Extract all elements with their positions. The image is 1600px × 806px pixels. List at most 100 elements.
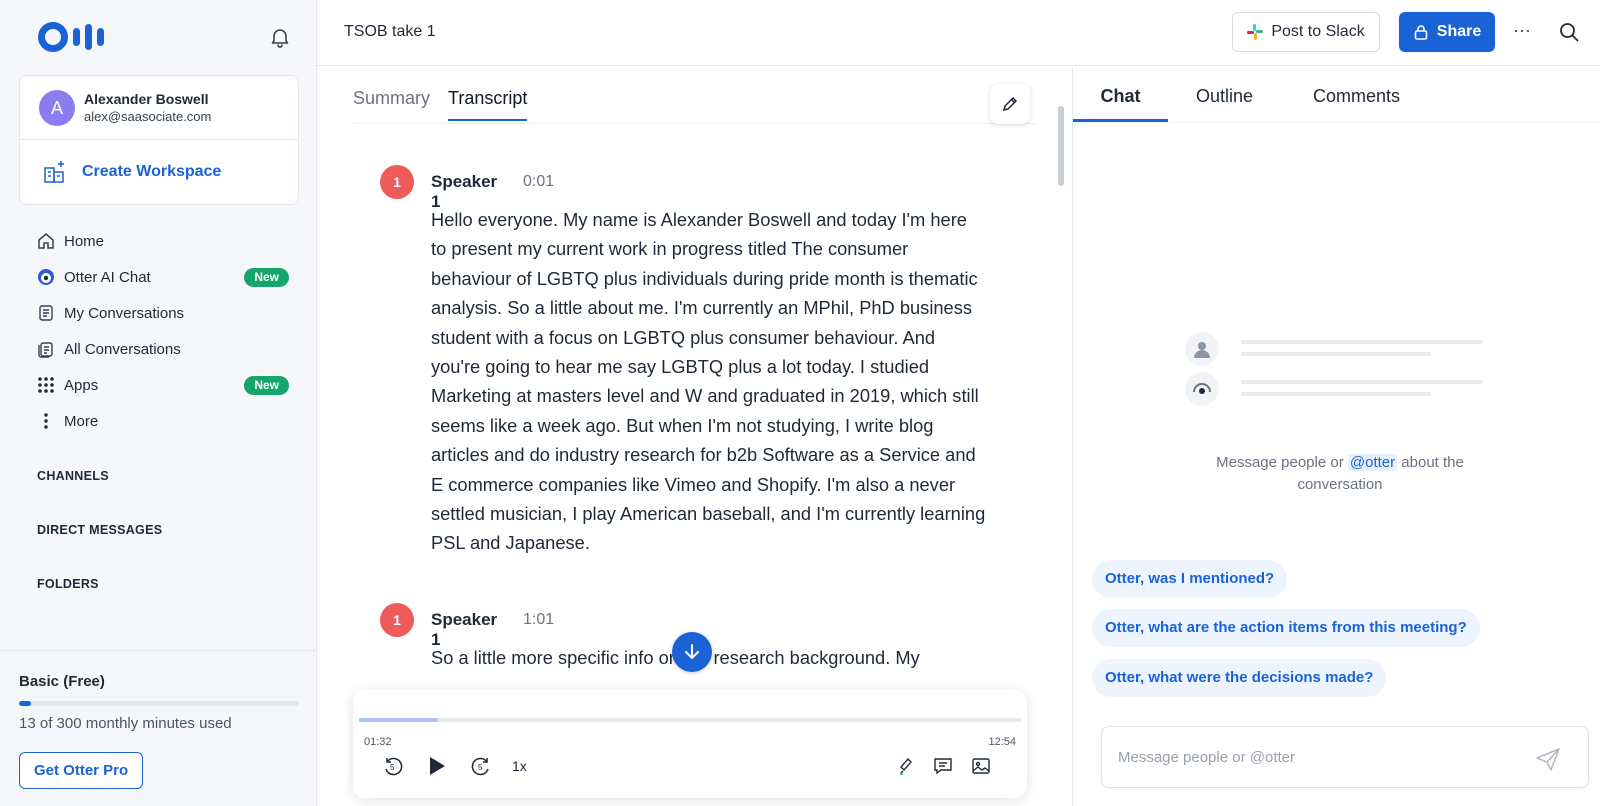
- message-input[interactable]: [1118, 743, 1518, 771]
- section-channels[interactable]: CHANNELS: [37, 469, 109, 483]
- tab-summary[interactable]: Summary: [353, 88, 430, 121]
- comment-icon: [934, 758, 952, 775]
- plan-name: Basic (Free): [19, 673, 105, 690]
- rewind-5-button[interactable]: 5: [379, 752, 407, 780]
- message-composer: [1101, 726, 1589, 788]
- suggestion-chip[interactable]: Otter, what were the decisions made?: [1092, 659, 1387, 697]
- new-badge: New: [244, 268, 289, 287]
- image-icon: [972, 758, 990, 774]
- share-button[interactable]: Share: [1399, 12, 1495, 52]
- tab-comments[interactable]: Comments: [1313, 86, 1400, 119]
- edit-transcript-button[interactable]: [990, 84, 1030, 124]
- sidebar-item-label: Otter AI Chat: [64, 268, 151, 286]
- minutes-usage-fill: [19, 701, 32, 706]
- minutes-usage-bar: [19, 701, 299, 706]
- account-email: alex@saasociate.com: [84, 109, 212, 124]
- send-icon[interactable]: [1534, 745, 1562, 773]
- transcript-text[interactable]: Hello everyone. My name is Alexander Bos…: [431, 205, 986, 558]
- sidebar-item-home[interactable]: Home: [0, 223, 317, 259]
- pencil-icon: [1002, 96, 1018, 112]
- otter-logo[interactable]: [38, 22, 104, 52]
- sidebar-item-more[interactable]: More: [0, 403, 317, 439]
- transcript-tabs: Summary Transcript: [353, 88, 528, 121]
- share-label: Share: [1436, 23, 1482, 40]
- create-workspace-button[interactable]: Create Workspace: [20, 139, 298, 205]
- transcript-scrollbar[interactable]: [1058, 106, 1064, 186]
- search-icon[interactable]: [1557, 20, 1581, 44]
- document-icon: [36, 303, 56, 323]
- rewind-icon: 5: [385, 757, 403, 776]
- transcript-pane: Summary Transcript 1 Speaker 1 0:01 Hell…: [317, 66, 1072, 806]
- playback-scrubber[interactable]: [359, 718, 1021, 722]
- sidebar-item-label: Apps: [64, 376, 99, 394]
- jump-to-current-button[interactable]: [672, 632, 712, 672]
- post-to-slack-button[interactable]: Post to Slack: [1232, 12, 1380, 52]
- total-time: 12:54: [988, 736, 1016, 748]
- sidebar-item-apps[interactable]: Apps New: [0, 367, 317, 403]
- suggestion-chip[interactable]: Otter, was I mentioned?: [1092, 560, 1288, 598]
- sidebar-item-my-conversations[interactable]: My Conversations: [0, 295, 317, 331]
- comment-button[interactable]: [929, 752, 957, 780]
- sidebar-item-otter-ai-chat[interactable]: Otter AI Chat New: [0, 259, 317, 295]
- section-folders[interactable]: FOLDERS: [37, 577, 99, 591]
- workspace-add-icon: [44, 161, 64, 183]
- play-button[interactable]: [422, 752, 450, 780]
- chat-pane: Chat Outline Comments Message people or …: [1072, 66, 1600, 806]
- suggestion-chip[interactable]: Otter, what are the action items from th…: [1092, 609, 1480, 647]
- chat-tabs-divider: [1073, 122, 1600, 123]
- new-badge: New: [244, 376, 289, 395]
- tab-outline[interactable]: Outline: [1196, 86, 1253, 119]
- sidebar-item-all-conversations[interactable]: All Conversations: [0, 331, 317, 367]
- vertical-dots-icon: [36, 411, 56, 431]
- sidebar-item-label: My Conversations: [64, 304, 185, 322]
- more-options-icon[interactable]: ···: [1510, 20, 1534, 44]
- get-otter-pro-button[interactable]: Get Otter Pro: [19, 752, 144, 789]
- timestamp[interactable]: 1:01: [523, 611, 554, 629]
- tab-chat[interactable]: Chat: [1073, 86, 1168, 122]
- audio-player: 01:32 12:54 5 5 1x: [353, 690, 1027, 798]
- timestamp[interactable]: 0:01: [523, 173, 554, 191]
- play-icon: [430, 757, 445, 775]
- playback-progress: [359, 718, 438, 722]
- sidebar: A Alexander Boswell alex@saasociate.com …: [0, 0, 317, 806]
- avatar[interactable]: A: [39, 90, 75, 126]
- current-time: 01:32: [364, 736, 392, 748]
- speaker-avatar[interactable]: 1: [380, 165, 414, 199]
- top-bar: TSOB take 1 Post to Slack Share ···: [317, 0, 1600, 66]
- section-direct-messages[interactable]: DIRECT MESSAGES: [37, 523, 162, 537]
- create-workspace-label: Create Workspace: [82, 163, 222, 180]
- highlighter-icon: [900, 757, 912, 775]
- speaker-avatar[interactable]: 1: [380, 603, 414, 637]
- sidebar-item-label: Home: [64, 232, 105, 250]
- conversation-title[interactable]: TSOB take 1: [344, 23, 436, 41]
- home-icon: [36, 231, 56, 251]
- minutes-usage-text: 13 of 300 monthly minutes used: [19, 715, 232, 732]
- account-name: Alexander Boswell: [84, 91, 209, 107]
- documents-icon: [36, 339, 56, 359]
- lock-icon: [1414, 25, 1428, 40]
- svg-text:5: 5: [478, 763, 483, 772]
- arrow-down-icon: [685, 644, 699, 659]
- highlight-button[interactable]: [892, 752, 920, 780]
- chat-empty-illustration: [1185, 332, 1495, 412]
- person-placeholder-icon: [1185, 332, 1219, 366]
- tab-transcript[interactable]: Transcript: [448, 88, 528, 121]
- account-card: A Alexander Boswell alex@saasociate.com …: [19, 75, 299, 205]
- playback-speed[interactable]: 1x: [512, 758, 527, 774]
- plan-area: Basic (Free) 13 of 300 monthly minutes u…: [0, 650, 317, 806]
- otter-placeholder-icon: [1185, 372, 1219, 406]
- svg-text:5: 5: [390, 763, 395, 772]
- grid-icon: [36, 375, 56, 395]
- forward-5-button[interactable]: 5: [467, 752, 495, 780]
- insert-image-button[interactable]: [967, 752, 995, 780]
- otter-mention: @otter: [1347, 454, 1398, 471]
- chat-empty-message: Message people or @otter about the conve…: [1216, 454, 1464, 493]
- sidebar-item-label: More: [64, 412, 99, 430]
- otter-ai-icon: [36, 267, 56, 287]
- fast-forward-icon: 5: [471, 757, 489, 776]
- sidebar-item-label: All Conversations: [64, 340, 181, 358]
- tabs-divider: [353, 123, 1036, 124]
- bell-icon[interactable]: [268, 25, 292, 49]
- sidebar-nav: Home Otter AI Chat New My Conversations …: [0, 223, 317, 439]
- post-to-slack-label: Post to Slack: [1271, 23, 1365, 40]
